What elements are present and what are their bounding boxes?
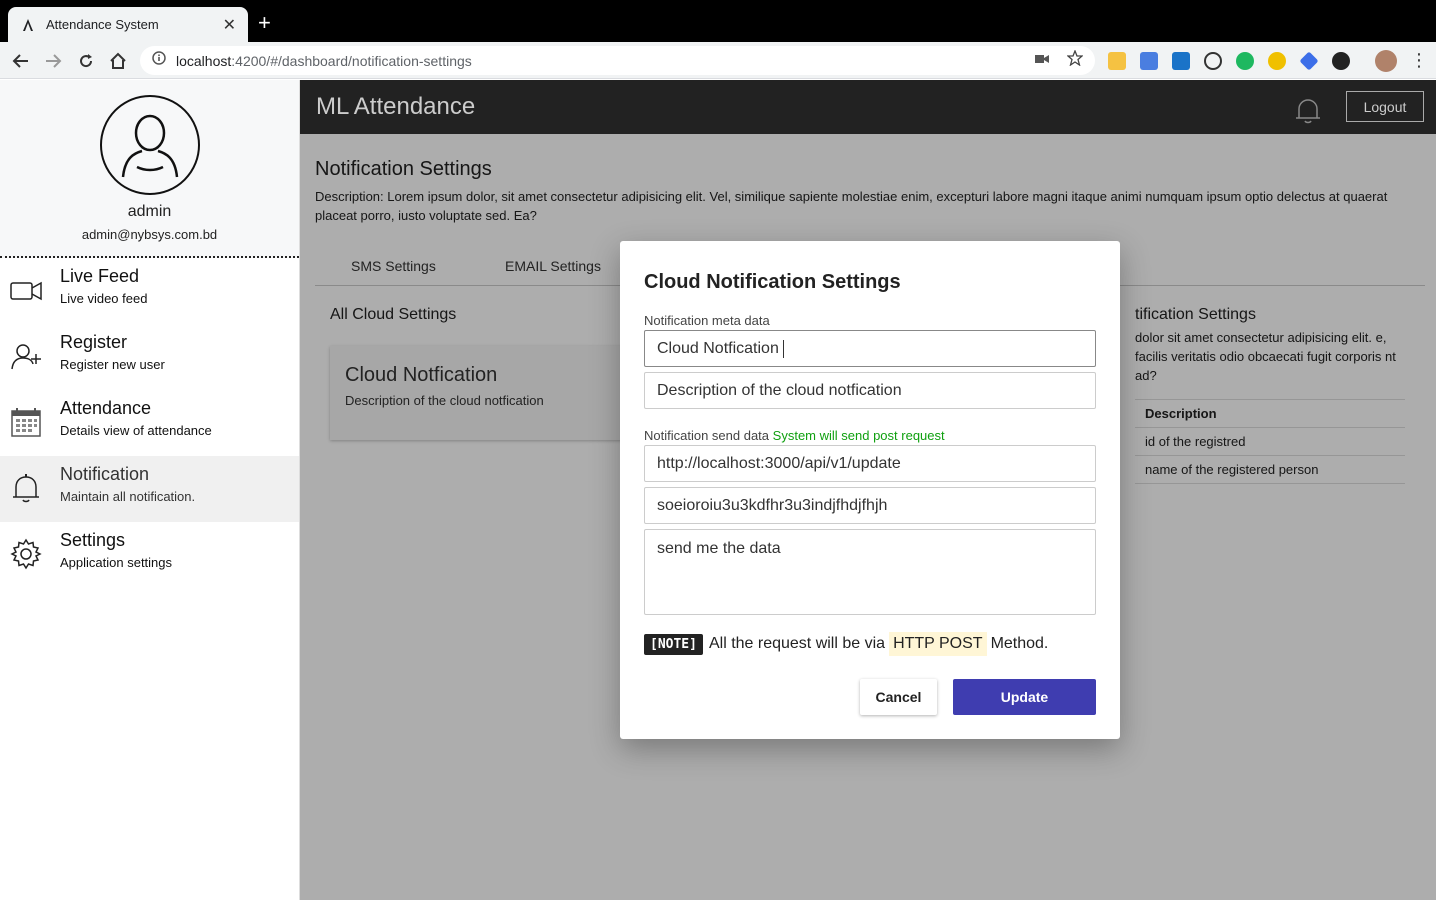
calendar-icon bbox=[10, 406, 42, 438]
sidebar-item-notification[interactable]: Notification Maintain all notification. bbox=[0, 456, 299, 522]
sidebar-item-title: Settings bbox=[60, 530, 126, 550]
info-icon[interactable] bbox=[152, 51, 166, 70]
sidebar-item-subtitle: Live video feed bbox=[60, 291, 148, 306]
extension-icon[interactable] bbox=[1332, 52, 1350, 70]
sidebar-item-attendance[interactable]: Attendance Details view of attendance bbox=[0, 390, 299, 456]
note-tag: [NOTE] bbox=[644, 633, 703, 655]
profile-avatar[interactable] bbox=[1375, 50, 1397, 72]
tab-close-icon[interactable]: ✕ bbox=[223, 15, 236, 35]
bell-icon bbox=[10, 472, 42, 504]
profile-section: admin admin@nybsys.com.bd bbox=[0, 80, 299, 258]
user-avatar-icon bbox=[99, 95, 200, 195]
extension-icon[interactable] bbox=[1268, 52, 1286, 70]
sidebar-item-title: Register bbox=[60, 332, 128, 352]
sidebar: admin admin@nybsys.com.bd Live Feed Live… bbox=[0, 80, 300, 900]
camera-icon[interactable] bbox=[1035, 52, 1049, 70]
url-text: localhost:4200/#/dashboard/notification-… bbox=[176, 52, 472, 69]
sidebar-item-subtitle: Register new user bbox=[60, 357, 165, 372]
user-email: admin@nybsys.com.bd bbox=[81, 227, 218, 242]
address-bar[interactable]: localhost:4200/#/dashboard/notification-… bbox=[140, 46, 1095, 75]
gear-icon bbox=[10, 538, 42, 570]
angular-favicon-icon bbox=[20, 17, 36, 33]
dialog-title: Cloud Notification Settings bbox=[644, 271, 901, 293]
sidebar-item-live-feed[interactable]: Live Feed Live video feed bbox=[0, 258, 299, 324]
request-note: [NOTE] All the request will be via HTTP … bbox=[644, 632, 1048, 656]
extension-icon[interactable] bbox=[1236, 52, 1254, 70]
bookmark-star-icon[interactable] bbox=[1066, 49, 1084, 71]
user-name: admin bbox=[127, 203, 172, 220]
new-tab-icon[interactable]: + bbox=[258, 12, 271, 34]
update-button[interactable]: Update bbox=[953, 679, 1096, 715]
logout-button[interactable]: Logout bbox=[1346, 91, 1424, 122]
extension-icon[interactable] bbox=[1299, 51, 1319, 71]
sidebar-item-subtitle: Maintain all notification. bbox=[60, 489, 196, 504]
translate-extension-icon[interactable] bbox=[1140, 52, 1158, 70]
endpoint-url-input[interactable]: http://localhost:3000/api/v1/update bbox=[644, 445, 1096, 482]
text-cursor bbox=[782, 339, 784, 358]
back-icon[interactable] bbox=[10, 50, 32, 72]
browser-menu-icon[interactable]: ⋮ bbox=[1410, 50, 1428, 71]
browser-tab[interactable]: Attendance System ✕ bbox=[8, 7, 248, 42]
home-icon[interactable] bbox=[107, 50, 129, 72]
sidebar-item-settings[interactable]: Settings Application settings bbox=[0, 522, 299, 588]
http-method-code: HTTP POST bbox=[889, 632, 987, 656]
sidebar-item-title: Live Feed bbox=[60, 266, 140, 286]
message-textarea[interactable]: send me the data bbox=[644, 529, 1096, 615]
notification-name-input[interactable]: Cloud Notfication bbox=[644, 330, 1096, 367]
reload-icon[interactable] bbox=[75, 50, 97, 72]
send-data-label: Notification send data System will send … bbox=[644, 428, 945, 443]
app-header: ML Attendance Logout bbox=[300, 80, 1436, 134]
video-camera-icon bbox=[10, 274, 42, 306]
app-title: ML Attendance bbox=[316, 93, 476, 120]
sidebar-item-register[interactable]: Register Register new user bbox=[0, 324, 299, 390]
sidebar-item-subtitle: Details view of attendance bbox=[60, 423, 212, 438]
browser-toolbar: localhost:4200/#/dashboard/notification-… bbox=[0, 42, 1436, 79]
cloud-notification-dialog: Cloud Notification Settings Notification… bbox=[620, 241, 1120, 739]
sidebar-item-title: Attendance bbox=[60, 398, 152, 418]
extension-icon[interactable] bbox=[1172, 52, 1190, 70]
notification-bell-icon[interactable] bbox=[1294, 96, 1322, 129]
notification-description-input[interactable]: Description of the cloud notfication bbox=[644, 372, 1096, 409]
send-data-hint: System will send post request bbox=[772, 428, 945, 443]
extension-icon[interactable] bbox=[1108, 52, 1126, 70]
token-input[interactable]: soeioroiu3u3kdfhr3u3indjfhdjfhjh bbox=[644, 487, 1096, 524]
add-user-icon bbox=[10, 340, 42, 372]
tab-title: Attendance System bbox=[46, 17, 159, 32]
forward-icon[interactable] bbox=[42, 50, 64, 72]
browser-tabbar: Attendance System ✕ + bbox=[0, 0, 1436, 42]
cancel-button[interactable]: Cancel bbox=[860, 679, 937, 715]
meta-data-label: Notification meta data bbox=[644, 313, 770, 328]
sidebar-item-title: Notification bbox=[60, 464, 150, 484]
react-devtools-icon[interactable] bbox=[1204, 52, 1222, 70]
sidebar-item-subtitle: Application settings bbox=[60, 555, 173, 570]
